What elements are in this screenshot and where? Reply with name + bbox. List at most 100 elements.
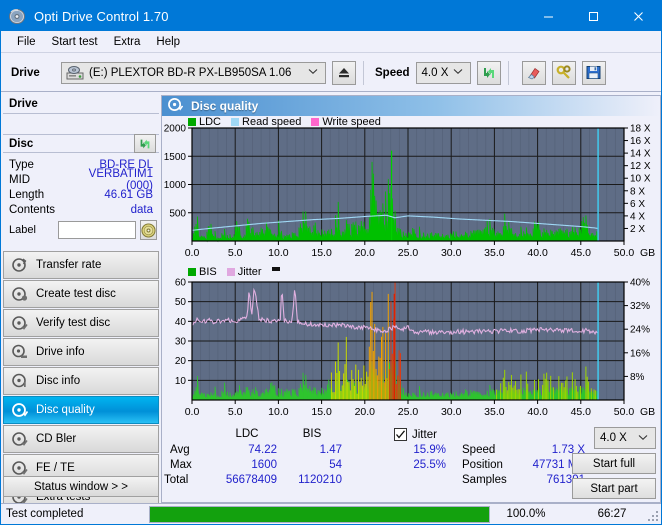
svg-text:24%: 24% <box>630 325 650 336</box>
speed-label: Speed <box>375 66 410 79</box>
stats-row-avg-bis: 1.47 <box>319 444 342 456</box>
svg-text:40.0: 40.0 <box>527 247 548 259</box>
disc-verify-icon <box>12 315 28 331</box>
bis-jitter-chart[interactable]: 60 50 40 30 20 10 40% 32% 24% 16% 8% 0.0 5.0 10.0 15.0… <box>162 266 660 426</box>
sidebar-item-label: Disc quality <box>36 404 95 416</box>
panel-header: Disc quality <box>162 96 660 116</box>
legend-item-ldc: LDC <box>188 116 221 128</box>
sidebar-item-label: Disc info <box>36 375 81 387</box>
disc-label-input[interactable] <box>57 221 136 239</box>
legend-swatch-jitter <box>226 268 235 276</box>
sidebar-item-cd-bler[interactable]: CD Bler <box>3 425 159 453</box>
svg-text:16%: 16% <box>630 348 650 359</box>
jitter-checkbox[interactable] <box>394 428 407 441</box>
key-button[interactable] <box>551 60 576 85</box>
stats-row-total-bis: 1120210 <box>298 474 342 486</box>
svg-text:14 X: 14 X <box>630 149 651 160</box>
svg-text:10.0: 10.0 <box>268 406 289 418</box>
sidebar-item-label: Verify test disc <box>36 317 111 329</box>
stats-row-total-key: Total <box>164 474 189 486</box>
drive-select[interactable]: (E:) PLEXTOR BD-R PX-LB950SA 1.06 <box>61 61 326 84</box>
stats-row-max-ldc: 1600 <box>251 459 277 471</box>
maximize-button[interactable] <box>571 1 616 31</box>
chevron-down-icon <box>453 67 463 78</box>
start-full-button[interactable]: Start full <box>572 453 656 474</box>
svg-text:45.0: 45.0 <box>571 247 592 259</box>
test-speed-select[interactable]: 4.0 X <box>594 427 656 449</box>
menu-start-test[interactable]: Start test <box>44 34 106 50</box>
start-part-button[interactable]: Start part <box>572 478 656 499</box>
sidebar-item-drive-info[interactable]: Drive info <box>3 338 159 366</box>
samples-stat-key: Samples <box>462 474 507 486</box>
svg-text:50.0: 50.0 <box>614 247 635 259</box>
svg-text:20.0: 20.0 <box>355 247 376 259</box>
drive-group-header: Drive <box>3 95 159 114</box>
resize-grip[interactable] <box>646 509 658 521</box>
disc-contents-value: data <box>130 203 153 216</box>
app-window: Opti Drive Control 1.70 File Start test … <box>0 0 662 525</box>
stats-row-avg-ldc: 74.22 <box>248 444 277 456</box>
close-button[interactable] <box>616 1 661 31</box>
svg-text:40.0: 40.0 <box>527 406 548 418</box>
minimize-button[interactable] <box>526 1 571 31</box>
svg-text:4 X: 4 X <box>630 211 645 222</box>
svg-text:35.0: 35.0 <box>484 406 505 418</box>
ldc-chart[interactable]: 2000 1500 1000 500 18 X 16 X 14 X 12 X 10 X8 X 6 … <box>162 116 660 264</box>
svg-text:6 X: 6 X <box>630 199 645 210</box>
disc-group-label: Disc <box>9 137 34 150</box>
legend-label-read-speed: Read speed <box>242 116 302 128</box>
sidebar-item-disc-quality[interactable]: Disc quality <box>3 396 159 424</box>
svg-text:1500: 1500 <box>164 152 187 163</box>
stats-col-ldc: LDC <box>235 428 259 440</box>
refresh-button[interactable] <box>476 60 501 85</box>
svg-text:500: 500 <box>169 208 186 219</box>
svg-text:18 X: 18 X <box>630 124 651 135</box>
svg-text:32%: 32% <box>630 301 650 312</box>
jitter-avg-value: 15.9% <box>413 444 446 456</box>
disc-label-button[interactable] <box>139 220 157 240</box>
ldc-chart-canvas[interactable]: 2000 1500 1000 500 18 X16 X 14 X12 X 10 X8 X 6 … <box>162 116 660 264</box>
progress-percent-label: 100.0% <box>506 508 546 520</box>
disc-type-key: Type <box>9 158 34 171</box>
svg-text:12 X: 12 X <box>630 161 651 172</box>
svg-text:30.0: 30.0 <box>441 406 462 418</box>
speed-select-value: 4.0 X <box>421 66 449 79</box>
bis-chart-legend: BIS Jitter <box>188 266 280 278</box>
svg-text:2000: 2000 <box>164 124 187 135</box>
chevron-down-icon <box>638 433 648 444</box>
sidebar-item-create-test-disc[interactable]: Create test disc <box>3 280 159 308</box>
disc-refresh-button[interactable] <box>134 134 156 153</box>
window-title: Opti Drive Control 1.70 <box>34 8 169 24</box>
legend-item-read-speed: Read speed <box>231 116 301 128</box>
svg-text:50.0: 50.0 <box>614 406 635 418</box>
save-button[interactable] <box>581 60 606 85</box>
disc-mid-key: MID <box>9 173 31 186</box>
jitter-max-value: 25.5% <box>413 459 446 471</box>
bis-jitter-chart-canvas[interactable]: 60 50 40 30 20 10 40% 32% 24% 16% 8% 0.0 5.0 10.0 15.0… <box>162 266 660 426</box>
svg-text:2 X: 2 X <box>630 224 645 235</box>
stats-row-avg-key: Avg <box>170 444 190 456</box>
menu-bar: File Start test Extra Help <box>1 31 661 53</box>
legend-item-bis: BIS <box>188 266 217 278</box>
sidebar-item-transfer-rate[interactable]: Transfer rate <box>3 251 159 279</box>
svg-text:8%: 8% <box>630 372 645 383</box>
svg-text:GB: GB <box>640 406 655 418</box>
stats-row-max-bis: 54 <box>329 459 342 471</box>
chevron-down-icon <box>308 67 318 78</box>
legend-item-write-speed: Write speed <box>311 116 381 128</box>
disc-length-value: 46.61 GB <box>104 188 153 201</box>
legend-swatch-extra <box>271 267 280 271</box>
stats-row-max-key: Max <box>170 459 192 471</box>
menu-help[interactable]: Help <box>148 34 188 50</box>
menu-file[interactable]: File <box>9 34 44 50</box>
speed-select[interactable]: 4.0 X <box>415 61 471 84</box>
status-window-button[interactable]: Status window > > <box>3 476 159 497</box>
test-speed-value: 4.0 X <box>600 432 627 444</box>
sidebar-item-verify-test-disc[interactable]: Verify test disc <box>3 309 159 337</box>
sidebar-item-disc-info[interactable]: Disc info <box>3 367 159 395</box>
menu-extra[interactable]: Extra <box>106 34 149 50</box>
legend-swatch-write-speed <box>311 118 320 126</box>
erase-button[interactable] <box>521 60 546 85</box>
elapsed-time-label: 66:27 <box>597 508 627 520</box>
eject-button[interactable] <box>332 60 356 85</box>
